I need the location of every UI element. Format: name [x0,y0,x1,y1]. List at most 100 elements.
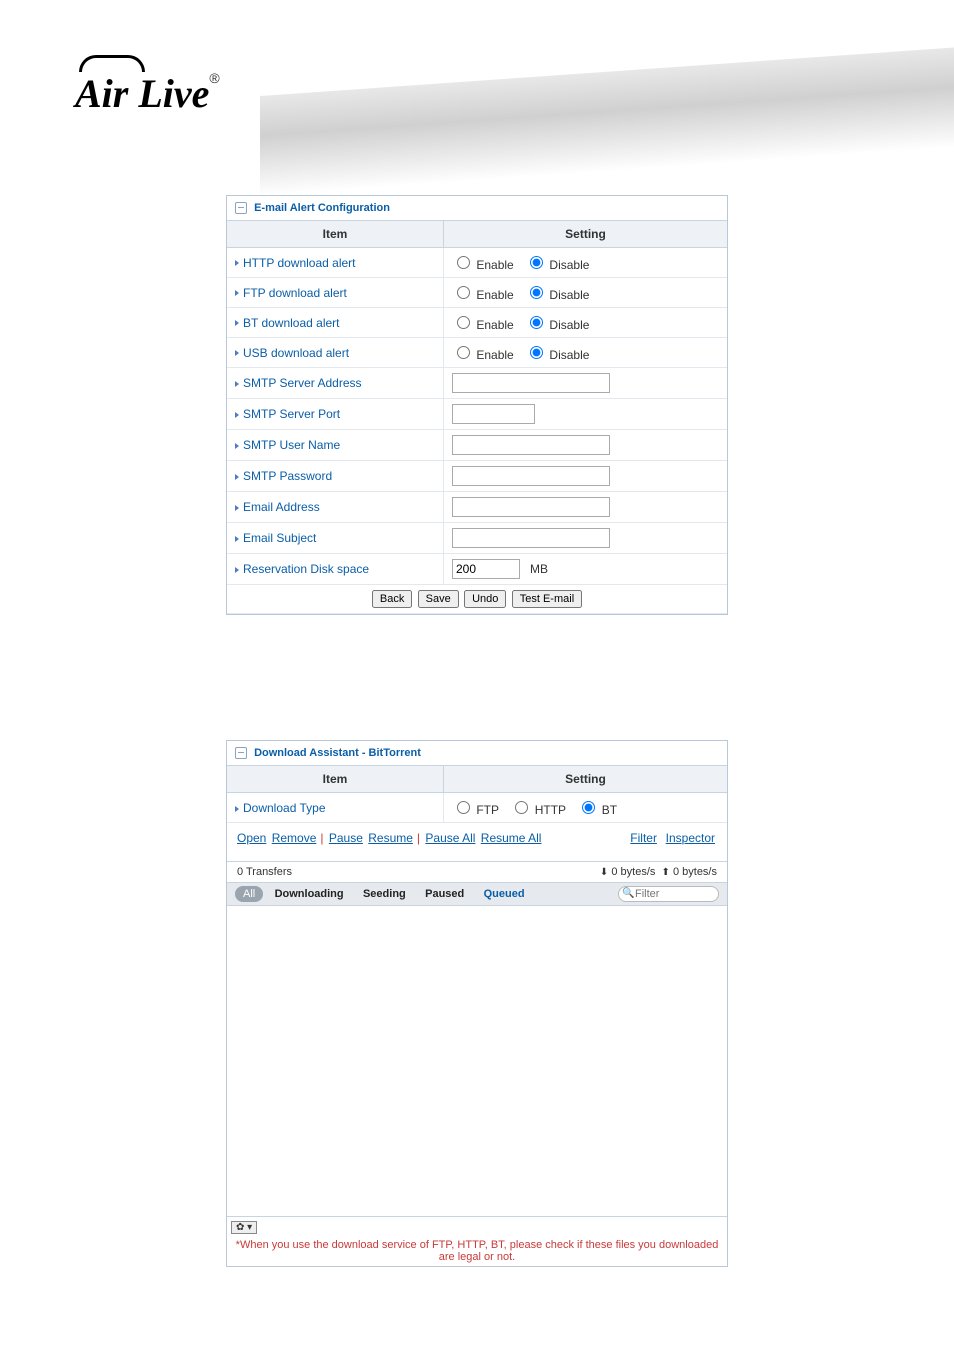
row-arrow-icon [235,567,239,573]
disable-text: Disable [549,348,589,362]
col-header-setting: Setting [444,766,728,793]
row-arrow-icon [235,505,239,511]
email-addr-input[interactable] [452,497,610,517]
smtp-addr-label: SMTP Server Address [243,376,362,390]
open-link[interactable]: Open [237,831,266,845]
smtp-user-label: SMTP User Name [243,438,340,452]
gear-bar: ✿ ▾ [227,1216,727,1236]
bt-panel-title-text: Download Assistant - BitTorrent [254,747,421,759]
header-swoosh [260,44,954,196]
disable-text: Disable [549,258,589,272]
http-disable-radio[interactable] [530,256,543,269]
tab-paused[interactable]: Paused [417,886,472,902]
col-header-item: Item [227,221,444,248]
collapse-icon[interactable] [235,202,247,214]
download-arrow-icon: ⬇ [600,867,608,878]
legal-warning: *When you use the download service of FT… [227,1236,727,1266]
tab-all[interactable]: All [235,886,263,902]
email-subj-input[interactable] [452,528,610,548]
tab-queued[interactable]: Queued [476,886,533,902]
bt-enable-radio[interactable] [457,316,470,329]
dl-speed: 0 bytes/s [611,866,655,878]
bt-disable-radio[interactable] [530,316,543,329]
type-ftp-text: FTP [476,803,499,817]
resv-label: Reservation Disk space [243,562,369,576]
brand-logo: Air Live® [75,55,220,117]
row-arrow-icon [235,474,239,480]
smtp-port-input[interactable] [452,404,535,424]
brand-text: Air Live [75,71,209,116]
toolbar-separator: | [320,831,323,845]
back-button[interactable]: Back [372,590,412,608]
http-alert-label: HTTP download alert [243,256,356,270]
smtp-user-input[interactable] [452,435,610,455]
smtp-pass-input[interactable] [452,466,610,486]
type-bt-radio[interactable] [582,801,595,814]
col-header-item: Item [227,766,444,793]
save-button[interactable]: Save [418,590,459,608]
enable-text: Enable [476,258,513,272]
upload-arrow-icon: ⬆ [662,867,670,878]
email-alert-panel: E-mail Alert Configuration Item Setting … [226,195,728,615]
undo-button[interactable]: Undo [464,590,506,608]
ul-speed: 0 bytes/s [673,866,717,878]
logo-arc-icon [79,55,145,72]
disable-text: Disable [549,288,589,302]
pause-link[interactable]: Pause [329,831,363,845]
type-bt-text: BT [602,803,617,817]
row-arrow-icon [235,290,239,296]
bittorrent-panel: Download Assistant - BitTorrent Item Set… [226,740,728,1267]
row-arrow-icon [235,350,239,356]
disable-text: Disable [549,318,589,332]
type-http-radio[interactable] [515,801,528,814]
email-panel-title: E-mail Alert Configuration [227,196,727,221]
email-addr-label: Email Address [243,500,320,514]
smtp-pass-label: SMTP Password [243,469,332,483]
row-arrow-icon [235,412,239,418]
toolbar-separator: | [417,831,420,845]
pause-all-link[interactable]: Pause All [425,831,475,845]
row-arrow-icon [235,806,239,812]
enable-text: Enable [476,318,513,332]
type-http-text: HTTP [535,803,566,817]
filter-link[interactable]: Filter [630,831,657,845]
gear-menu-button[interactable]: ✿ ▾ [231,1221,257,1234]
resume-link[interactable]: Resume [368,831,413,845]
smtp-port-label: SMTP Server Port [243,407,340,421]
usb-alert-label: USB download alert [243,346,349,360]
type-ftp-radio[interactable] [457,801,470,814]
row-arrow-icon [235,443,239,449]
ftp-enable-radio[interactable] [457,286,470,299]
row-arrow-icon [235,260,239,266]
usb-enable-radio[interactable] [457,346,470,359]
row-arrow-icon [235,536,239,542]
resv-input[interactable] [452,559,520,579]
collapse-icon[interactable] [235,747,247,759]
row-arrow-icon [235,381,239,387]
bt-panel-title: Download Assistant - BitTorrent [227,741,727,766]
button-row: Back Save Undo Test E-mail [227,585,727,614]
email-form-table: Item Setting HTTP download alert Enable … [227,221,727,614]
bt-alert-label: BT download alert [243,316,340,330]
search-icon: 🔍 [622,888,634,899]
enable-text: Enable [476,348,513,362]
email-subj-label: Email Subject [243,531,316,545]
transfer-stats-bar: 0 Transfers ⬇ 0 bytes/s ⬆ 0 bytes/s [227,861,727,883]
smtp-addr-input[interactable] [452,373,610,393]
test-email-button[interactable]: Test E-mail [512,590,582,608]
ftp-disable-radio[interactable] [530,286,543,299]
registered-icon: ® [209,70,219,86]
resv-unit: MB [530,562,548,576]
download-type-label: Download Type [243,801,326,815]
remove-link[interactable]: Remove [272,831,317,845]
email-panel-title-text: E-mail Alert Configuration [254,202,390,214]
transfers-count: 0 Transfers [237,866,292,878]
tab-seeding[interactable]: Seeding [355,886,414,902]
inspector-link[interactable]: Inspector [666,831,715,845]
row-arrow-icon [235,320,239,326]
usb-disable-radio[interactable] [530,346,543,359]
torrent-toolbar: Open Remove| Pause Resume| Pause All Res… [227,823,727,861]
tab-downloading[interactable]: Downloading [267,886,352,902]
http-enable-radio[interactable] [457,256,470,269]
resume-all-link[interactable]: Resume All [481,831,542,845]
